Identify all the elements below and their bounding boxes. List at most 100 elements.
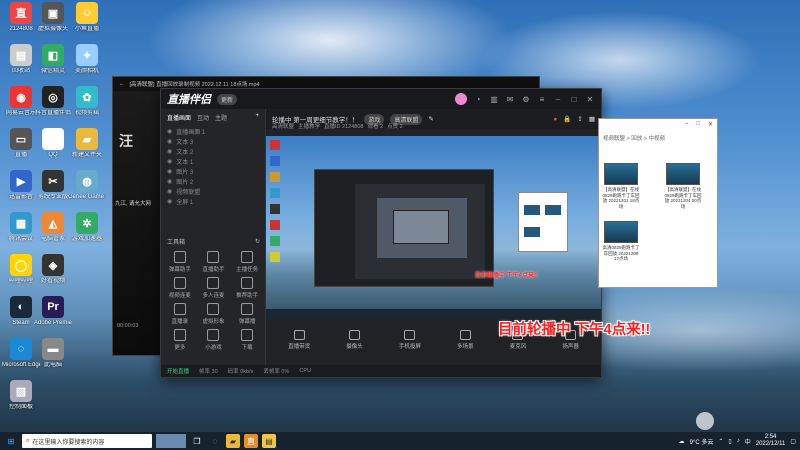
scene-item[interactable]: ◉ 直播画面 1 <box>161 126 265 136</box>
desktop-icon[interactable]: Pr Adobe Premiere Pro <box>34 296 72 327</box>
eye-icon[interactable]: ◉ <box>167 148 172 155</box>
source-button[interactable]: 手机投屏 <box>399 330 421 350</box>
eye-icon[interactable]: ◉ <box>167 168 172 175</box>
file-name: 【高清联盟】在线0829跑跑卡丁车回放 20221201 18点场 <box>602 187 640 209</box>
clock[interactable]: 2:54 2022/12/11 <box>756 434 786 448</box>
explorer-path[interactable]: 视频联盟 > 回放 > 中视频 <box>599 131 717 143</box>
add-scene-icon[interactable]: + <box>255 113 259 122</box>
eye-icon[interactable]: ◉ <box>167 198 172 205</box>
network-icon[interactable]: ▯ <box>728 438 731 445</box>
file-explorer-window[interactable]: – □ ✕ 视频联盟 > 回放 > 中视频 【高清联盟】在线0829跑跑卡丁车回… <box>598 118 718 288</box>
tool-icon <box>241 303 254 315</box>
meta-item: 点赞 2 <box>387 124 403 130</box>
maximize-icon[interactable]: □ <box>696 121 700 129</box>
eye-icon[interactable]: ◉ <box>167 128 172 135</box>
edge-icon[interactable]: ◌ <box>208 434 222 448</box>
scene-item[interactable]: ◉ 视频联盟 <box>161 186 265 196</box>
taskbar-search[interactable]: ⌕ 在这里输入你要搜索的内容 <box>22 434 152 448</box>
scene-item[interactable]: ◉ 文本 2 <box>161 146 265 156</box>
back-arrow-icon[interactable]: ← <box>119 81 125 87</box>
eye-icon[interactable]: ◉ <box>167 138 172 145</box>
tool-button[interactable]: 直播录 <box>163 303 197 325</box>
task-view-icon[interactable]: ❐ <box>190 434 204 448</box>
tool-icon <box>207 251 220 263</box>
explorer-title-bar[interactable]: – □ ✕ <box>599 119 717 131</box>
desktop-icon[interactable]: ☺ 小鱼直播 <box>68 2 106 33</box>
minimize-icon[interactable]: – <box>685 121 688 129</box>
volume-icon[interactable]: ♪ <box>737 438 740 444</box>
gift-icon[interactable]: ▥ <box>489 95 499 104</box>
desktop-icon[interactable]: ◭ 电脑管家 <box>34 212 72 243</box>
tool-button[interactable]: 推荐助手 <box>230 277 264 299</box>
desktop-icon[interactable]: ▬ 此电脑 <box>34 338 72 369</box>
input-method-icon[interactable]: 中 <box>745 437 751 446</box>
eye-icon[interactable]: ◉ <box>167 188 172 195</box>
tool-button[interactable]: 多人连麦 <box>197 277 231 299</box>
close-icon[interactable]: ✕ <box>708 121 713 129</box>
source-button[interactable]: 多场景 <box>457 330 474 350</box>
desktop-icon[interactable]: ◈ 好看视频 <box>34 254 72 285</box>
stream-preview[interactable] <box>266 136 601 319</box>
file-explorer-icon[interactable]: ▰ <box>226 434 240 448</box>
tool-button[interactable]: 虚拟形象 <box>197 303 231 325</box>
tool-button[interactable]: 直播助手 <box>197 251 231 273</box>
desktop-icon[interactable]: ◕ QQ <box>34 128 72 159</box>
tab-scene[interactable]: 直播画面 <box>167 113 191 122</box>
update-badge[interactable]: 更新 <box>217 93 238 105</box>
close-icon[interactable]: ✕ <box>585 95 595 104</box>
preview-overlay-text: 目前轮播中 下午4点来!! <box>475 273 539 279</box>
desktop-icon[interactable]: ✦ 美颜相机 <box>68 44 106 75</box>
tool-button[interactable]: 弹幕助手 <box>163 251 197 273</box>
desktop-icon[interactable]: ▣ 虚拟摄像头 <box>34 2 72 33</box>
file-item[interactable]: 【高清联盟】在线0829跑跑卡丁车回放 20221201 18点场 <box>601 163 641 209</box>
desktop-icon[interactable]: ◧ 微信精灵 <box>34 44 72 75</box>
desktop-icon[interactable]: ✲ 游戏加速器 <box>68 212 106 243</box>
scene-item[interactable]: ◉ 文本 3 <box>161 136 265 146</box>
notification-bubble[interactable] <box>696 412 714 430</box>
tool-button[interactable]: 下载 <box>230 329 264 351</box>
folder-icon[interactable]: ▤ <box>262 434 276 448</box>
tool-button[interactable]: 更多 <box>163 329 197 351</box>
eye-icon[interactable]: ◉ <box>167 178 172 185</box>
gear-icon[interactable]: ⚙ <box>521 95 531 104</box>
source-label: 麦克风 <box>509 344 527 350</box>
scene-item[interactable]: ◉ 全屏 1 <box>161 196 265 206</box>
minimize-icon[interactable]: – <box>553 95 563 104</box>
maximize-icon[interactable]: □ <box>569 95 579 104</box>
source-button[interactable]: 直播带货 <box>288 330 310 350</box>
tool-button[interactable]: 小游戏 <box>197 329 231 351</box>
tool-button[interactable]: 视频连麦 <box>163 277 197 299</box>
player-video[interactable]: 汪 九江, 请允大网 00:00:03 <box>113 91 161 355</box>
scene-item[interactable]: ◉ 图片 2 <box>161 176 265 186</box>
windows-start-icon[interactable]: ⊞ <box>4 434 18 448</box>
title-bar[interactable]: 直播伴侣 更新 ◔ ▥ ✉ ⚙ ≡ – □ ✕ <box>161 89 601 109</box>
tab-interact[interactable]: 互动 <box>197 113 209 122</box>
search-highlight-image[interactable] <box>156 434 186 448</box>
desktop-icon[interactable]: ▧ 控制面板 <box>2 380 40 411</box>
file-item[interactable]: 高清0829跑跑卡丁车回放 20221208 17点场 <box>601 221 641 262</box>
desktop-icon[interactable]: ◍ Genee Game Studio <box>68 170 106 201</box>
tab-theme[interactable]: 主题 <box>215 113 227 122</box>
tool-button[interactable]: 弹幕播 <box>230 303 264 325</box>
headset-icon[interactable]: ◔ <box>473 95 483 104</box>
tool-button[interactable]: 主播任务 <box>230 251 264 273</box>
scene-item[interactable]: ◉ 图片 3 <box>161 166 265 176</box>
source-button[interactable]: 摄像头 <box>346 330 363 350</box>
status-item[interactable]: 开始直播 <box>167 367 189 375</box>
avatar[interactable] <box>455 93 467 105</box>
menu-icon[interactable]: ≡ <box>537 95 547 104</box>
desktop-icon[interactable]: ✿ 视频剪辑 <box>68 86 106 117</box>
refresh-icon[interactable]: ↻ <box>255 238 260 245</box>
desktop-icon[interactable]: ◎ 抖音直播伴侣 <box>34 86 72 117</box>
weather-text[interactable]: 9°C 多云 <box>690 437 714 446</box>
scene-item[interactable]: ◉ 文本 1 <box>161 156 265 166</box>
toolbox-title: 工具箱 <box>167 239 186 246</box>
desktop-icon[interactable]: ✂ 剪映专业版 <box>34 170 72 201</box>
file-item[interactable]: 【高清联盟】在线0829跑跑卡丁车回放 20221204 00点场 <box>663 163 703 209</box>
desktop-icon[interactable]: ▰ 新建文件夹 <box>68 128 106 159</box>
eye-icon[interactable]: ◉ <box>167 158 172 165</box>
live-companion-icon[interactable]: 直 <box>244 434 258 448</box>
notification-icon[interactable]: ▢ <box>790 438 796 445</box>
mail-icon[interactable]: ✉ <box>505 95 515 104</box>
up-arrow-icon[interactable]: ⌃ <box>718 438 723 445</box>
